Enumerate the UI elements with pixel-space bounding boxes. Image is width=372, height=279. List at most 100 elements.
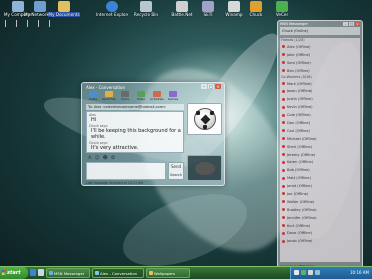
contact-item[interactable]: Janet (Offline) <box>280 182 360 190</box>
offline-status-icon <box>282 69 285 73</box>
contact-name: Karen (Offline) <box>287 160 314 165</box>
taskbar: start MSN Messenger Alex - Conversation … <box>0 266 372 279</box>
network-tray-icon[interactable] <box>315 270 320 275</box>
maximize-button[interactable]: □ <box>208 84 214 89</box>
folder-icon <box>149 271 153 275</box>
task-wallpapers[interactable]: Wallpapers <box>146 268 190 278</box>
font-button[interactable]: A <box>88 155 91 161</box>
contact-display-picture[interactable] <box>187 103 222 135</box>
contact-item[interactable]: Jacob (Offline) <box>280 237 360 245</box>
contact-name: Joe (Offline) <box>287 191 309 196</box>
offline-status-icon <box>282 200 285 204</box>
contact-item[interactable]: Sheri (Offline) <box>280 143 360 151</box>
window-controls: – □ × <box>343 22 360 26</box>
message-input[interactable] <box>86 162 166 180</box>
offline-status-icon <box>282 145 285 149</box>
conversation-toolbar: Invite Send Files Voice Video Activities… <box>86 91 182 103</box>
task-alex-conversation[interactable]: Alex - Conversation <box>92 268 144 278</box>
activities-button[interactable]: Activities <box>150 91 164 103</box>
my-display-picture[interactable] <box>187 155 222 181</box>
offline-status-icon <box>282 176 285 180</box>
contact-item[interactable]: Jason (Offline) <box>280 87 360 95</box>
start-button[interactable]: start <box>0 267 28 279</box>
desktop-icon-my-documents[interactable]: My Documents <box>48 1 80 17</box>
contact-item[interactable]: Justin (Offline) <box>280 95 360 103</box>
invite-button[interactable]: Invite <box>86 91 100 103</box>
voice-button[interactable]: Voice <box>118 91 132 103</box>
games-button[interactable]: Games <box>166 91 180 103</box>
contact-name: Sam (Offline) <box>287 60 311 65</box>
contact-item[interactable]: Kurt (Offline) <box>280 222 360 230</box>
message-text: It's very attractive. <box>91 145 139 151</box>
contact-name: Jeremy (Offline) <box>287 152 316 157</box>
maximize-button[interactable]: □ <box>349 22 354 26</box>
close-button[interactable]: × <box>355 22 360 26</box>
offline-status-icon <box>282 89 285 93</box>
contact-item[interactable]: Cole (Offline) <box>280 111 360 119</box>
desktop-icon-recycle-bin[interactable]: Recycle Bin <box>130 1 162 17</box>
system-tray: 10:16 AM <box>290 267 372 279</box>
contact-item[interactable]: Jennifer (Offline) <box>280 214 360 222</box>
contact-item[interactable]: Sam (Offline) <box>280 59 360 67</box>
contact-item[interactable]: Jeremy (Offline) <box>280 151 360 159</box>
contact-item[interactable]: Bob (Offline) <box>280 166 360 174</box>
offline-status-icon <box>282 231 285 235</box>
wink-button[interactable]: ☻ <box>103 155 108 161</box>
input-formatting-toolbar: A ☺ ☻ ✿ <box>86 155 184 161</box>
contact-item[interactable]: Alex (Offline) <box>280 43 360 51</box>
desktop-icon-vecer[interactable]: VeCer <box>266 1 298 17</box>
network-icon <box>34 1 46 12</box>
background-button[interactable]: ✿ <box>111 155 115 161</box>
task-msn-messenger[interactable]: MSN Messenger <box>46 268 90 278</box>
contact-name: Kevin (Offline) <box>287 105 313 110</box>
contact-item[interactable]: Bradley (Offline) <box>280 206 360 214</box>
minimize-button[interactable]: – <box>343 22 348 26</box>
contact-item[interactable]: Michael (Offline) <box>280 135 360 143</box>
contact-item[interactable]: Kevin (Offline) <box>280 103 360 111</box>
video-button[interactable]: Video <box>134 91 148 103</box>
window-controls: – □ × <box>201 84 221 89</box>
contact-list[interactable]: Friends (1/20) Alex (Offline) Jake (Offlin… <box>280 38 360 262</box>
desktop-icon-internet-explorer[interactable]: Internet Explorer <box>96 1 128 17</box>
my-status[interactable]: Chuck (Online) <box>280 27 360 35</box>
browser-icon[interactable] <box>30 269 36 276</box>
emoticon-button[interactable]: ☺ <box>94 155 99 161</box>
contact-item[interactable]: Joe (Offline) <box>280 190 360 198</box>
contact-item[interactable]: Ben (Offline) <box>280 67 360 75</box>
contact-name: Bob (Offline) <box>287 168 310 173</box>
send-files-button[interactable]: Send Files <box>102 91 116 103</box>
conversation-history[interactable]: Alex Hi Chuck says: I'll be keeping this… <box>86 111 184 153</box>
contact-item[interactable]: Dan (Offline) <box>280 119 360 127</box>
contact-item[interactable]: Karen (Offline) <box>280 158 360 166</box>
contact-name: Mark (Offline) <box>287 81 312 86</box>
messenger-tray-icon[interactable] <box>301 270 306 275</box>
contact-item[interactable]: Jake (Offline) <box>280 51 360 59</box>
contact-item[interactable]: Dave (Offline) <box>280 229 360 237</box>
offline-status-icon <box>282 129 285 133</box>
avatar-icon <box>195 162 215 175</box>
contact-name: Cole (Offline) <box>287 113 311 118</box>
contact-name: Sheri (Offline) <box>287 144 312 149</box>
contact-item[interactable]: Mark (Offline) <box>280 80 360 88</box>
close-button[interactable]: × <box>215 84 221 89</box>
search-desktop-icon[interactable] <box>294 270 299 275</box>
contact-item[interactable]: Carl (Offline) <box>280 127 360 135</box>
search-button[interactable]: Search <box>168 173 184 180</box>
contact-item[interactable]: Matt (Offline) <box>280 174 360 182</box>
minimize-button[interactable]: – <box>201 84 207 89</box>
offline-status-icon <box>282 239 285 243</box>
app-icon <box>202 1 214 12</box>
contact-name: Dan (Offline) <box>287 120 310 125</box>
offline-status-icon <box>282 82 285 85</box>
chat-message: Chuck says: It's very attractive. <box>87 140 183 151</box>
conversation-window[interactable]: Alex - Conversation – □ × Invite Send Fi… <box>81 82 225 186</box>
desktop-icon[interactable] <box>38 269 44 276</box>
offline-status-icon <box>282 121 285 125</box>
offline-status-icon <box>282 113 285 117</box>
browser-icon <box>106 1 118 12</box>
contact-name: Jason (Offline) <box>287 89 313 94</box>
contact-item[interactable]: Walter (Offline) <box>280 198 360 206</box>
messenger-window[interactable]: MSN Messenger – □ × Chuck (Online) Frien… <box>277 20 363 270</box>
volume-icon[interactable] <box>308 270 313 275</box>
offline-status-icon <box>282 184 285 188</box>
